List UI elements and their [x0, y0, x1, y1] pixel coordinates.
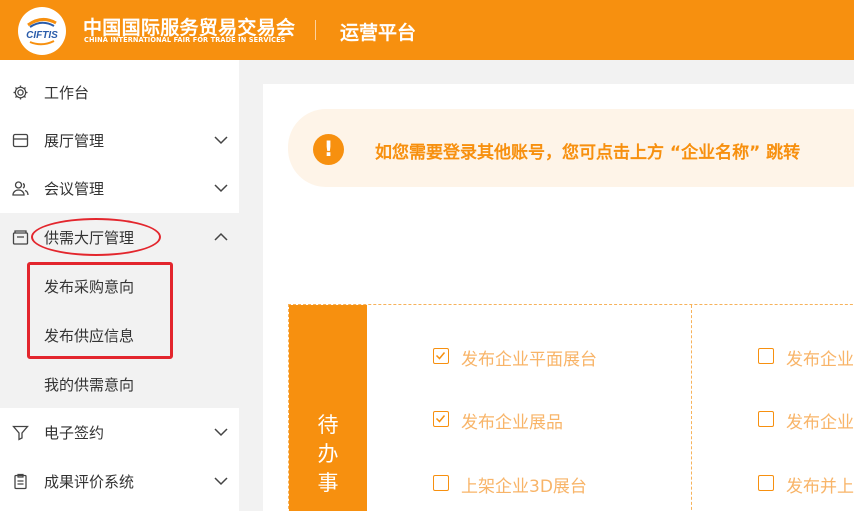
submenu-item-publish-purchase[interactable]: 发布采购意向: [0, 261, 239, 310]
check-icon: [435, 415, 446, 423]
supply-demand-submenu: 发布采购意向 发布供应信息 我的供需意向: [0, 261, 239, 408]
submenu-item-label: 我的供需意向: [44, 376, 135, 394]
sidebar: 工作台 展厅管理 会议管理 供需大厅管理 发布采购意向 发布供应信息 我的供需意…: [0, 60, 239, 511]
header-divider: [315, 20, 316, 40]
checkbox-unchecked[interactable]: [758, 475, 774, 491]
task-label: 发布并上: [786, 477, 854, 497]
checkbox-unchecked[interactable]: [758, 411, 774, 427]
ciftis-logo[interactable]: CIFTIS: [18, 7, 66, 55]
task-label: 发布企业: [786, 413, 854, 433]
hall-icon: [12, 133, 29, 148]
chevron-up-icon: [214, 232, 228, 241]
notice-banner: ! 如您需要登录其他账号，您可点击上方 “企业名称” 跳转: [288, 109, 854, 187]
sidebar-item-e-signature[interactable]: 电子签约: [0, 408, 239, 456]
meeting-icon: [12, 181, 29, 196]
checkbox-checked[interactable]: [433, 411, 449, 427]
todo-title-char: 办: [317, 442, 339, 466]
sidebar-item-hall-management[interactable]: 展厅管理: [0, 116, 239, 164]
sidebar-item-workbench[interactable]: 工作台: [0, 68, 239, 116]
chevron-down-icon: [214, 477, 228, 486]
sidebar-item-label: 工作台: [44, 84, 90, 102]
sidebar-item-label: 供需大厅管理: [44, 229, 135, 247]
gear-icon: [13, 85, 28, 100]
sidebar-item-label: 成果评价系统: [44, 473, 135, 491]
chevron-down-icon: [214, 136, 228, 145]
task-label: 发布企业平面展台: [461, 350, 597, 370]
checkbox-unchecked[interactable]: [758, 348, 774, 364]
top-header: CIFTIS 中国国际服务贸易交易会 CHINA INTERNATIONAL F…: [0, 0, 854, 60]
todo-title-bar: 待 办 事: [289, 305, 367, 511]
sidebar-item-label: 电子签约: [44, 424, 105, 442]
signature-icon: [12, 425, 29, 441]
submenu-item-label: 发布供应信息: [44, 327, 135, 345]
clipboard-icon: [14, 473, 27, 490]
submenu-item-my-intentions[interactable]: 我的供需意向: [0, 359, 239, 408]
todo-title-char: 待: [317, 413, 339, 437]
submenu-item-publish-supply[interactable]: 发布供应信息: [0, 310, 239, 359]
todo-title-char: 事: [317, 471, 339, 495]
market-icon: [12, 230, 29, 245]
sidebar-item-label: 会议管理: [44, 180, 105, 198]
todo-panel: 待 办 事 发布企业平面展台 发布企业展品 上架企业3D展台 发布企业 发布企业…: [288, 304, 854, 511]
check-icon: [435, 352, 446, 360]
chevron-down-icon: [214, 428, 228, 437]
task-label: 发布企业展品: [461, 413, 563, 433]
column-divider: [691, 305, 692, 511]
brand-name-en: CHINA INTERNATIONAL FAIR FOR TRADE IN SE…: [84, 36, 286, 44]
chevron-down-icon: [214, 184, 228, 193]
sidebar-item-evaluation-system[interactable]: 成果评价系统: [0, 457, 239, 505]
submenu-item-label: 发布采购意向: [44, 278, 135, 296]
notice-text: 如您需要登录其他账号，您可点击上方 “企业名称” 跳转: [375, 143, 801, 163]
todo-title: 待 办 事: [316, 411, 340, 498]
platform-title: 运营平台: [340, 22, 417, 44]
task-label: 发布企业: [786, 350, 854, 370]
logo-text: CIFTIS: [26, 30, 58, 41]
checkbox-checked[interactable]: [433, 348, 449, 364]
task-label: 上架企业3D展台: [461, 477, 587, 497]
sidebar-item-meeting-management[interactable]: 会议管理: [0, 164, 239, 212]
exclamation-icon: !: [313, 134, 344, 165]
main-content: ! 如您需要登录其他账号，您可点击上方 “企业名称” 跳转 待 办 事 发布企业…: [263, 84, 854, 511]
sidebar-item-label: 展厅管理: [44, 132, 105, 150]
checkbox-unchecked[interactable]: [433, 475, 449, 491]
sidebar-item-supply-demand-hall[interactable]: 供需大厅管理: [0, 213, 239, 261]
